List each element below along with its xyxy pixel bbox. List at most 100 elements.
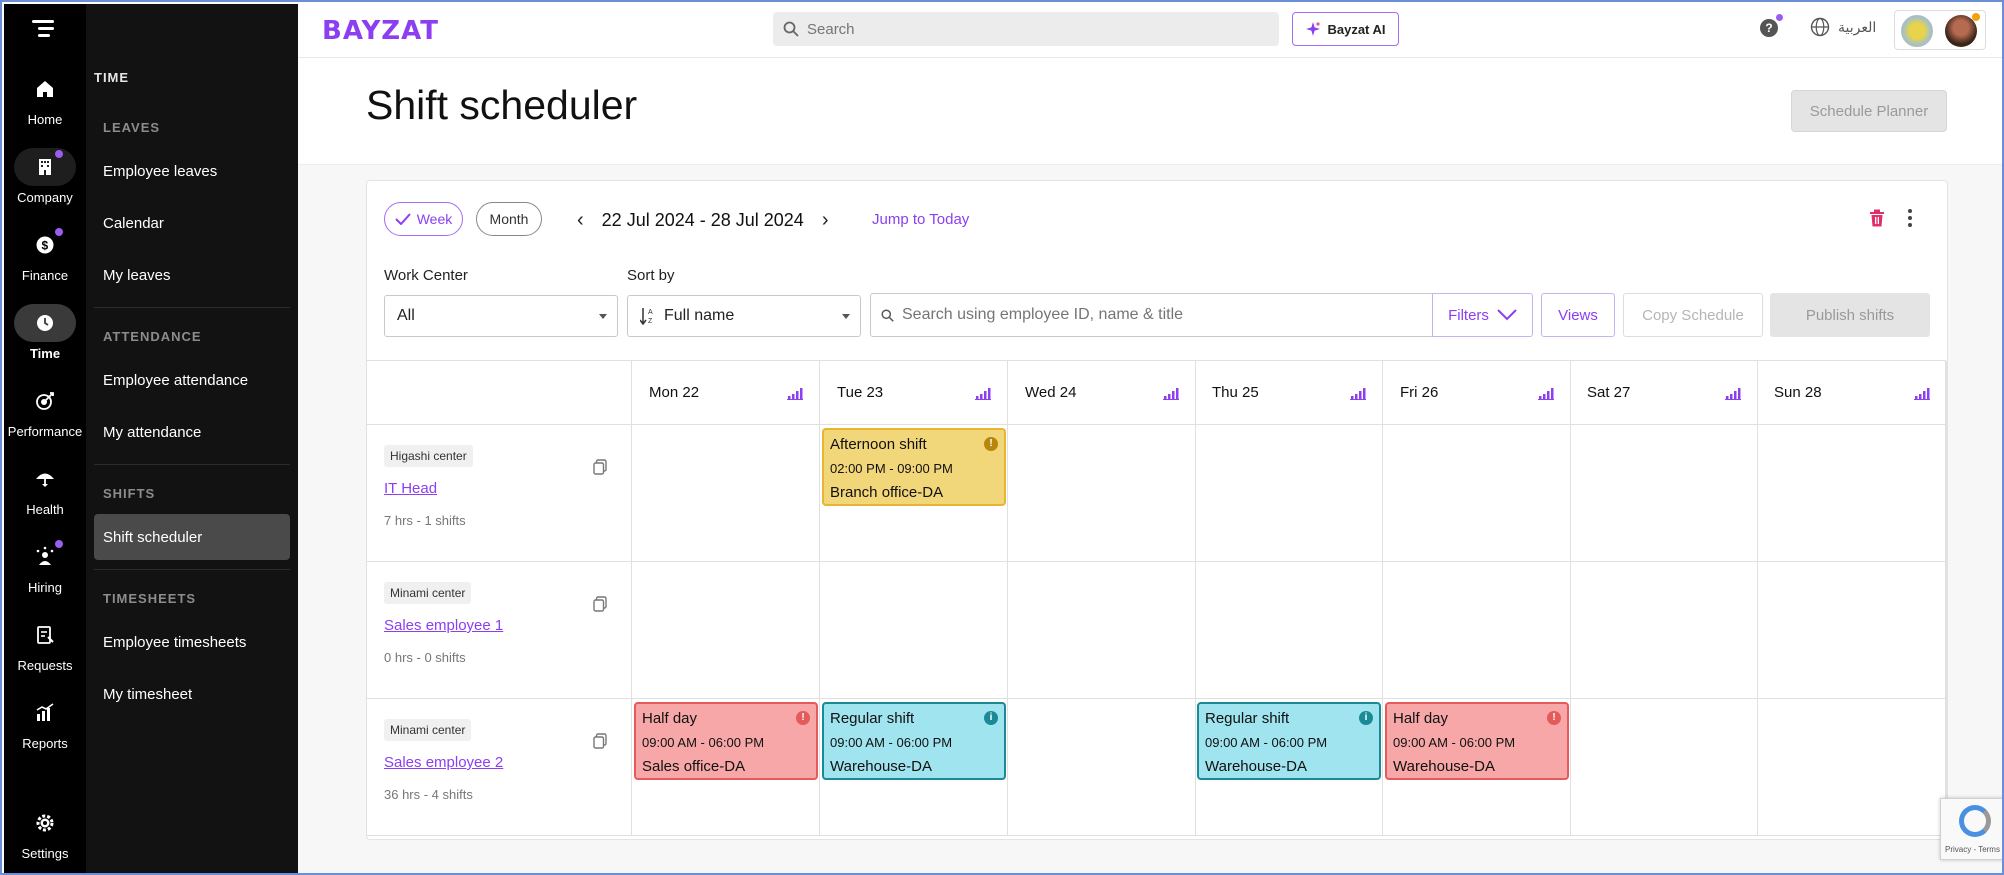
global-search-input[interactable] xyxy=(807,20,1247,38)
shift-card[interactable]: Regular shift 09:00 AM - 06:00 PM Warehous… xyxy=(1197,702,1381,780)
info-icon[interactable]: i xyxy=(984,711,998,725)
rail-item-label: Time xyxy=(29,346,61,361)
filters-button[interactable]: Filters xyxy=(1432,293,1533,337)
employee-name-link[interactable]: Sales employee 1 xyxy=(384,617,503,634)
previous-week-icon[interactable]: ‹ xyxy=(577,209,584,232)
employee-search-input[interactable] xyxy=(902,306,1402,324)
rail-item-settings[interactable]: Settings xyxy=(4,804,86,861)
subnav-item-calendar[interactable]: Calendar xyxy=(94,200,290,246)
bar-chart-icon[interactable] xyxy=(1163,387,1179,404)
schedule-cell[interactable] xyxy=(1757,699,1947,836)
subnav-item-employee-leaves[interactable]: Employee leaves xyxy=(94,148,290,194)
work-center-select[interactable]: All xyxy=(384,295,618,337)
shift-card[interactable]: Regular shift 09:00 AM - 06:00 PM Warehous… xyxy=(822,702,1006,780)
schedule-cell[interactable] xyxy=(1195,562,1383,699)
shift-time: 09:00 AM - 06:00 PM xyxy=(1393,735,1516,750)
rail-item-performance[interactable]: Performance xyxy=(4,382,86,439)
schedule-cell[interactable] xyxy=(632,562,820,699)
employee-name-link[interactable]: IT Head xyxy=(384,480,437,497)
schedule-cell[interactable] xyxy=(1570,425,1758,562)
schedule-cell[interactable] xyxy=(1195,425,1383,562)
schedule-cell[interactable] xyxy=(1757,562,1947,699)
global-search[interactable] xyxy=(773,12,1279,46)
rail-item-label: Company xyxy=(17,190,73,205)
bayzat-logo[interactable]: BAYZAT xyxy=(322,16,439,46)
schedule-cell[interactable] xyxy=(1570,699,1758,836)
next-week-icon[interactable]: › xyxy=(822,209,829,232)
schedule-cell[interactable] xyxy=(1008,699,1196,836)
rail-item-label: Settings xyxy=(21,846,69,861)
more-options-icon[interactable] xyxy=(1908,209,1914,230)
copy-icon[interactable] xyxy=(593,459,607,480)
sort-by-label: Sort by xyxy=(627,267,675,284)
subnav-item-my-attendance[interactable]: My attendance xyxy=(94,409,290,455)
rail-item-company[interactable]: Company xyxy=(4,148,86,205)
subnav-item-my-timesheet[interactable]: My timesheet xyxy=(94,671,290,717)
info-icon[interactable]: ! xyxy=(984,437,998,451)
subnav-item-shift-scheduler[interactable]: Shift scheduler xyxy=(94,514,290,560)
language-switcher[interactable]: العربية xyxy=(1810,17,1876,37)
copy-icon[interactable] xyxy=(593,596,607,617)
subnav-item-my-leaves[interactable]: My leaves xyxy=(94,252,290,298)
rail-item-hiring[interactable]: Hiring xyxy=(4,538,86,595)
rail-item-time[interactable]: Time xyxy=(4,304,86,361)
recaptcha-text: Privacy - Terms xyxy=(1945,845,2000,854)
subnav-item-employee-attendance[interactable]: Employee attendance xyxy=(94,357,290,403)
avatar-status-badge xyxy=(1972,13,1980,21)
bar-chart-icon[interactable] xyxy=(1350,387,1366,404)
svg-text:$: $ xyxy=(42,239,49,253)
sort-az-icon: AZ xyxy=(640,308,653,325)
trash-icon[interactable] xyxy=(1869,209,1885,227)
chevron-down-icon xyxy=(842,314,850,319)
schedule-cell[interactable] xyxy=(1383,562,1571,699)
employee-search[interactable] xyxy=(870,293,1433,337)
help-icon[interactable]: ? xyxy=(1760,14,1783,37)
month-view-toggle[interactable]: Month xyxy=(476,202,542,236)
notification-badge xyxy=(55,228,63,236)
copy-icon[interactable] xyxy=(593,733,607,754)
rail-item-requests[interactable]: Requests xyxy=(4,616,86,673)
bayzat-ai-button[interactable]: Bayzat AI xyxy=(1292,12,1399,46)
bar-chart-icon[interactable] xyxy=(975,387,991,404)
rail-item-label: Hiring xyxy=(28,580,62,595)
schedule-cell[interactable] xyxy=(1008,425,1196,562)
schedule-planner-button[interactable]: Schedule Planner xyxy=(1791,90,1947,132)
info-icon[interactable]: ! xyxy=(1547,711,1561,725)
views-button[interactable]: Views xyxy=(1541,293,1615,337)
info-icon[interactable]: ! xyxy=(796,711,810,725)
menu-toggle-icon[interactable] xyxy=(32,20,54,38)
employee-name-link[interactable]: Sales employee 2 xyxy=(384,754,503,771)
shift-card[interactable]: Afternoon shift 02:00 PM - 09:00 PM Branch… xyxy=(822,428,1006,506)
schedule-cell[interactable] xyxy=(820,562,1008,699)
shift-card[interactable]: Half day 09:00 AM - 06:00 PM Sales office-… xyxy=(634,702,818,780)
bar-chart-icon[interactable] xyxy=(787,387,803,404)
rail-item-home[interactable]: Home xyxy=(4,70,86,127)
day-header: Wed 24 xyxy=(1008,361,1196,425)
rail-item-health[interactable]: Health xyxy=(4,460,86,517)
rail-item-finance[interactable]: $ Finance xyxy=(4,226,86,283)
schedule-cell[interactable] xyxy=(632,425,820,562)
subnav-item-employee-timesheets[interactable]: Employee timesheets xyxy=(94,619,290,665)
sort-by-select[interactable]: AZ Full name xyxy=(627,295,861,337)
bar-chart-icon[interactable] xyxy=(1725,387,1741,404)
shift-card[interactable]: Half day 09:00 AM - 06:00 PM Warehouse-DA! xyxy=(1385,702,1569,780)
recaptcha-badge[interactable]: Privacy - Terms xyxy=(1940,798,2002,860)
jump-to-today-link[interactable]: Jump to Today xyxy=(872,211,969,228)
account-switcher[interactable] xyxy=(1894,10,1986,50)
chevron-down-icon xyxy=(599,314,607,319)
rail-item-reports[interactable]: Reports xyxy=(4,694,86,751)
schedule-cell[interactable] xyxy=(1757,425,1947,562)
user-avatar[interactable] xyxy=(1945,13,1980,47)
publish-shifts-button[interactable]: Publish shifts xyxy=(1770,293,1930,337)
bar-chart-icon[interactable] xyxy=(1538,387,1554,404)
sort-by-value: Full name xyxy=(664,307,735,324)
recaptcha-icon xyxy=(1959,805,1991,837)
schedule-cell[interactable] xyxy=(1383,425,1571,562)
schedule-cell[interactable] xyxy=(1570,562,1758,699)
bar-chart-icon[interactable] xyxy=(1914,387,1930,404)
copy-schedule-button[interactable]: Copy Schedule xyxy=(1623,293,1763,337)
info-icon[interactable]: i xyxy=(1359,711,1373,725)
date-navigator: ‹ 22 Jul 2024 - 28 Jul 2024 › xyxy=(577,209,829,232)
schedule-cell[interactable] xyxy=(1008,562,1196,699)
week-view-toggle[interactable]: Week xyxy=(384,202,463,236)
